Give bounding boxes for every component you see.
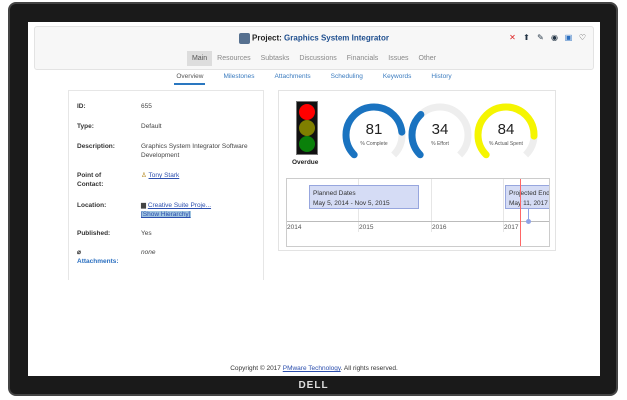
type-label: Type: <box>77 122 141 131</box>
project-header: Project: Graphics System Integrator ✕ ⬆ … <box>34 26 594 70</box>
published-value: Yes <box>141 229 261 238</box>
subtab-milestones[interactable]: Milestones <box>221 70 256 85</box>
gauge-label: % Complete <box>340 141 408 147</box>
summary-panel: Overdue 81 % Complete 34 % Effort 84 % Actual… <box>278 90 556 251</box>
gauge-0: 81 % Complete <box>340 101 408 163</box>
projected-title: Projected End <box>509 190 550 197</box>
gauge-value: 84 <box>472 121 540 138</box>
gauge-label: % Actual Spent <box>472 141 540 147</box>
location-link[interactable]: Creative Suite Proje... <box>148 202 211 209</box>
folder-icon: ▆ <box>141 202 146 209</box>
projected-end-item[interactable]: Projected End May 11, 2017 <box>505 185 550 209</box>
footer-text-end: . All rights reserved. <box>341 365 398 372</box>
project-name: Graphics System Integrator <box>284 34 389 43</box>
id-label: ID: <box>77 102 141 111</box>
export-icon[interactable]: ▣ <box>564 33 573 42</box>
location-label: Location: <box>77 201 141 219</box>
tab-main[interactable]: Main <box>187 51 212 66</box>
comment-icon[interactable]: ♡ <box>578 33 587 42</box>
tab-resources[interactable]: Resources <box>212 51 255 66</box>
tab-discussions[interactable]: Discussions <box>294 51 341 66</box>
tab-subtasks[interactable]: Subtasks <box>256 51 295 66</box>
app-screen: Project: Graphics System Integrator ✕ ⬆ … <box>28 22 600 376</box>
gauge-2: 84 % Actual Spent <box>472 101 540 163</box>
subtab-keywords[interactable]: Keywords <box>381 70 414 85</box>
gauge-label: % Effort <box>406 141 474 147</box>
subtab-attachments[interactable]: Attachments <box>273 70 313 85</box>
subtab-history[interactable]: History <box>429 70 453 85</box>
description-row: Description:Graphics System Integrator S… <box>77 142 261 160</box>
attachments-value: none <box>141 248 261 266</box>
attachments-label[interactable]: Attachments: <box>77 258 119 265</box>
projected-marker <box>526 219 531 224</box>
gauge-1: 34 % Effort <box>406 101 474 163</box>
show-hierarchy-link[interactable]: [Show Hierarchy] <box>141 211 191 218</box>
edit-icon[interactable]: ✎ <box>536 33 545 42</box>
projected-date: May 11, 2017 <box>509 200 548 207</box>
contact-label: Point of Contact: <box>77 171 123 189</box>
type-value: Default <box>141 122 261 131</box>
year-label: 2014 <box>287 224 301 231</box>
traffic-light-icon <box>296 101 318 155</box>
gauge-value: 34 <box>406 121 474 138</box>
attachments-row: ⌀ Attachments: none <box>77 248 261 266</box>
today-line <box>520 179 521 246</box>
footer: Copyright © 2017 PMware Technology. All … <box>28 365 600 372</box>
footer-text: Copyright © 2017 <box>230 365 283 372</box>
subtab-overview[interactable]: Overview <box>174 70 205 85</box>
description-value: Graphics System Integrator Software Deve… <box>141 142 261 160</box>
gauge-value: 81 <box>340 121 408 138</box>
timeline: 2014 2015 2016 2017 Planned Dates May 5, … <box>286 178 550 247</box>
dell-logo: DELL <box>0 380 627 391</box>
contact-row: Point of Contact: ♙ Tony Stark <box>77 171 261 189</box>
tab-other[interactable]: Other <box>414 51 442 66</box>
sub-tabs: Overview Milestones Attachments Scheduli… <box>28 70 600 85</box>
id-value: 655 <box>141 102 261 111</box>
planned-range: May 5, 2014 - Nov 5, 2015 <box>313 200 390 207</box>
paperclip-icon: ⌀ <box>77 249 81 256</box>
type-row: Type:Default <box>77 122 261 131</box>
planned-dates-item[interactable]: Planned Dates May 5, 2014 - Nov 5, 2015 <box>309 185 419 209</box>
published-label: Published: <box>77 229 141 238</box>
binoculars-icon[interactable]: ◉ <box>550 33 559 42</box>
tab-financials[interactable]: Financials <box>342 51 384 66</box>
id-row: ID:655 <box>77 102 261 111</box>
details-panel: ID:655 Type:Default Description:Graphics… <box>68 90 264 280</box>
project-icon <box>239 33 250 44</box>
subtab-scheduling[interactable]: Scheduling <box>329 70 365 85</box>
location-row: Location:▆ Creative Suite Proje... [Show … <box>77 201 261 219</box>
person-icon: ♙ <box>141 172 147 179</box>
title-prefix: Project: <box>252 34 282 43</box>
status-label: Overdue <box>292 159 318 166</box>
toolbar: ✕ ⬆ ✎ ◉ ▣ ♡ <box>508 33 587 42</box>
upload-icon[interactable]: ⬆ <box>522 33 531 42</box>
tab-issues[interactable]: Issues <box>383 51 413 66</box>
year-label: 2015 <box>359 224 373 231</box>
year-label: 2016 <box>432 224 446 231</box>
planned-title: Planned Dates <box>313 190 356 197</box>
contact-link[interactable]: Tony Stark <box>149 172 180 179</box>
main-tabs: Main Resources Subtasks Discussions Fina… <box>35 51 593 66</box>
year-label: 2017 <box>504 224 518 231</box>
delete-icon[interactable]: ✕ <box>508 33 517 42</box>
published-row: Published:Yes <box>77 229 261 238</box>
description-label: Description: <box>77 142 141 160</box>
company-link[interactable]: PMware Technology <box>283 365 341 372</box>
